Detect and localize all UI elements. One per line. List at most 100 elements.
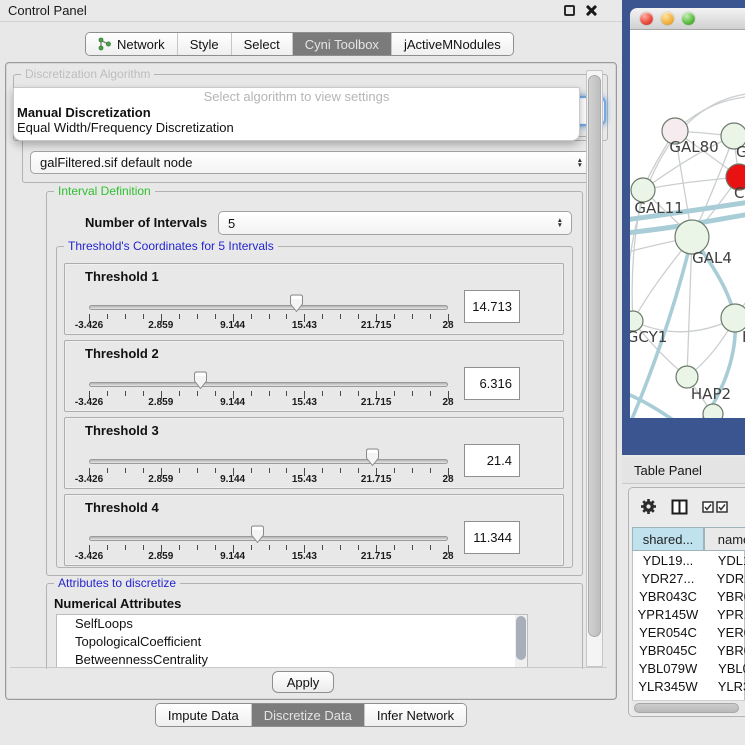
slider-track[interactable]: [89, 382, 448, 387]
slider-minor-tick: [430, 545, 431, 550]
slider-track[interactable]: [89, 459, 448, 464]
slider-minor-tick: [430, 391, 431, 396]
tab-label: Style: [190, 37, 219, 52]
table-cell[interactable]: YBR0: [704, 587, 745, 605]
network-node-label: GAL80: [669, 138, 718, 156]
slider-tick-label: 2.859: [148, 320, 173, 331]
network-node-label: C: [734, 184, 744, 202]
attributes-list-scrollbar[interactable]: [515, 615, 527, 667]
slider-thumb[interactable]: [365, 448, 380, 472]
network-canvas[interactable]: GAL80GACGAL11GAL4GCY1HHAP2: [630, 30, 745, 418]
settings-gear-icon[interactable]: [640, 498, 657, 515]
table-panel-title: Table Panel: [622, 463, 702, 478]
network-window-titlebar[interactable]: [630, 8, 745, 30]
network-node[interactable]: [703, 404, 723, 418]
table-row[interactable]: YER054CYER0: [632, 623, 745, 641]
threshold-value-field[interactable]: 21.4: [464, 444, 520, 477]
table-cell[interactable]: YDR27...: [632, 569, 704, 587]
control-panel-titlebar: Control Panel: [0, 0, 622, 22]
tab-discretize-data[interactable]: Discretize Data: [251, 704, 364, 726]
table-cell[interactable]: YBR0: [704, 641, 745, 659]
table-cell[interactable]: YBL079W: [632, 659, 704, 677]
table-row[interactable]: YDL19...YDL1: [632, 551, 745, 569]
table-cell[interactable]: YDL19...: [632, 551, 704, 569]
slider-tick-label: -3.426: [75, 551, 103, 562]
threshold-value-field[interactable]: 14.713: [464, 290, 520, 323]
close-traffic-light-icon[interactable]: [640, 12, 653, 25]
table-cell[interactable]: YDL1: [704, 551, 745, 569]
slider-tick-label: 15.43: [292, 474, 317, 485]
slider-track[interactable]: [89, 305, 448, 310]
network-node-label: GAL4: [692, 249, 732, 267]
slider-thumb[interactable]: [289, 294, 304, 318]
number-of-intervals-combobox[interactable]: 5 ▲▼: [218, 211, 572, 235]
numerical-attributes-list[interactable]: SelfLoopsTopologicalCoefficientBetweenne…: [56, 614, 528, 668]
table-cell[interactable]: YBL0: [704, 659, 745, 677]
tab-label: Select: [244, 37, 280, 52]
table-cell[interactable]: YDR2: [704, 569, 745, 587]
slider-minor-tick: [179, 391, 180, 396]
table-cell[interactable]: YBR043C: [632, 587, 704, 605]
table-data-combobox[interactable]: galFiltered.sif default node ▲▼: [30, 151, 592, 174]
slider-thumb[interactable]: [193, 371, 208, 395]
slider-minor-tick: [107, 545, 108, 550]
slider-minor-tick: [358, 314, 359, 319]
slider-track[interactable]: [89, 536, 448, 541]
tab-network[interactable]: Network: [86, 33, 177, 55]
algorithm-option-equal-width[interactable]: Equal Width/Frequency Discretization: [14, 120, 579, 136]
close-icon[interactable]: [585, 4, 598, 17]
table-cell[interactable]: YER0: [704, 623, 745, 641]
table-row[interactable]: YPR145WYPR1: [632, 605, 745, 623]
algorithm-option-manual[interactable]: Manual Discretization: [14, 105, 579, 121]
checkbox-icon[interactable]: [702, 501, 714, 513]
tab-impute-data[interactable]: Impute Data: [156, 704, 251, 726]
table-row[interactable]: YLR345WYLR3: [632, 677, 745, 695]
table-row[interactable]: YBR045CYBR0: [632, 641, 745, 659]
slider-minor-tick: [197, 545, 198, 550]
table-cell[interactable]: YLR3: [704, 677, 745, 695]
slider-tick-label: 2.859: [148, 551, 173, 562]
table-row[interactable]: YBR043CYBR0: [632, 587, 745, 605]
attributes-group-title: Attributes to discretize: [54, 576, 180, 591]
attribute-item-betweennesscentrality[interactable]: BetweennessCentrality: [57, 651, 527, 668]
slider-minor-tick: [197, 468, 198, 473]
minimize-traffic-light-icon[interactable]: [661, 12, 674, 25]
float-window-icon[interactable]: [564, 5, 575, 16]
table-row[interactable]: YDR27...YDR2: [632, 569, 745, 587]
apply-button[interactable]: Apply: [272, 671, 334, 693]
slider-minor-tick: [412, 545, 413, 550]
zoom-traffic-light-icon[interactable]: [682, 12, 695, 25]
column-header-name[interactable]: name: [704, 527, 745, 551]
panel-vertical-scrollbar[interactable]: [586, 70, 603, 667]
column-header-shared[interactable]: shared...: [632, 527, 704, 551]
tab-style[interactable]: Style: [177, 33, 231, 55]
slider-tick-label: 21.715: [361, 474, 392, 485]
slider-minor-tick: [269, 468, 270, 473]
slider-minor-tick: [125, 391, 126, 396]
network-graph: GAL80GACGAL11GAL4GCY1HHAP2: [630, 30, 745, 418]
tab-infer-network[interactable]: Infer Network: [364, 704, 466, 726]
threshold-value-field[interactable]: 6.316: [464, 367, 520, 400]
table-cell[interactable]: YPR145W: [632, 605, 704, 623]
slider-minor-tick: [251, 468, 252, 473]
checkbox-icon[interactable]: [716, 501, 728, 513]
table-row[interactable]: YBL079WYBL0: [632, 659, 745, 677]
tab-select[interactable]: Select: [231, 33, 292, 55]
thresholds-group-title: Threshold's Coordinates for 5 Intervals: [64, 239, 278, 254]
slider-tick-label: 9.144: [220, 397, 245, 408]
threshold-value-field[interactable]: 11.344: [464, 521, 520, 554]
threshold-label: Threshold 1: [85, 269, 159, 284]
slider-tick-label: 2.859: [148, 397, 173, 408]
tab-cyni-toolbox[interactable]: Cyni Toolbox: [292, 33, 391, 55]
slider-thumb[interactable]: [250, 525, 265, 549]
table-cell[interactable]: YER054C: [632, 623, 704, 641]
table-horizontal-scrollbar[interactable]: [632, 700, 745, 714]
split-columns-icon[interactable]: [671, 499, 688, 515]
table-cell[interactable]: YPR1: [704, 605, 745, 623]
attribute-item-selfloops[interactable]: SelfLoops: [57, 615, 527, 633]
slider-minor-tick: [197, 314, 198, 319]
tab-jactivemnodules[interactable]: jActiveMNodules: [391, 33, 513, 55]
table-cell[interactable]: YLR345W: [632, 677, 704, 695]
attribute-item-topologicalcoefficient[interactable]: TopologicalCoefficient: [57, 633, 527, 651]
table-cell[interactable]: YBR045C: [632, 641, 704, 659]
